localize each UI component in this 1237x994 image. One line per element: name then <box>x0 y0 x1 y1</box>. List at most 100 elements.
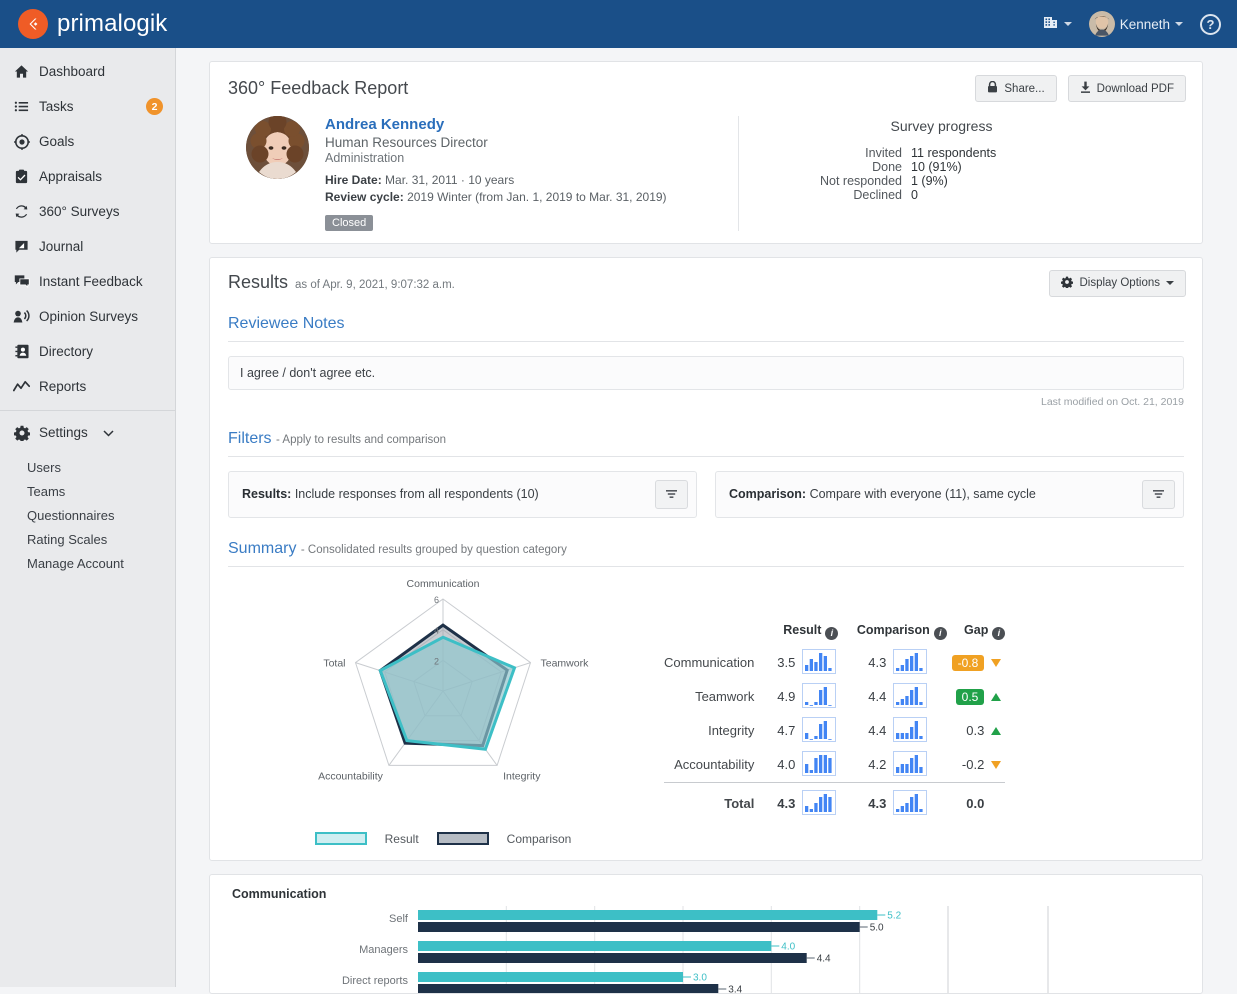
sidebar-item-instant-feedback[interactable]: Instant Feedback <box>0 264 175 299</box>
user-name-label: Kenneth <box>1120 17 1170 32</box>
filter-icon <box>665 488 678 500</box>
summary-section-header: Summary - Consolidated results grouped b… <box>228 540 1184 558</box>
reviewee-profile: Andrea Kennedy Human Resources Director … <box>228 116 728 231</box>
report-header-card: 360° Feedback Report Share... Download P… <box>209 61 1203 244</box>
th-gap: Gapi <box>947 623 1005 646</box>
bar-label-comparison: 5.0 <box>870 922 884 933</box>
th-result-label: Result <box>783 623 821 637</box>
info-icon[interactable]: i <box>992 627 1005 640</box>
sidebar-item-users[interactable]: Users <box>0 455 175 479</box>
sidebar-item-label: Dashboard <box>39 64 105 79</box>
sidebar-item-journal[interactable]: Journal <box>0 229 175 264</box>
total-result-sparkline <box>795 782 856 821</box>
row-comparison: 4.4 <box>856 714 886 748</box>
progress-row: Invited 11 respondents <box>739 146 1184 160</box>
display-options-button[interactable]: Display Options <box>1049 270 1186 297</box>
organization-switcher[interactable] <box>1042 14 1072 34</box>
reviewee-role: Human Resources Director <box>325 135 667 150</box>
summary-title[interactable]: Summary <box>228 540 296 557</box>
table-total-row: Total 4.3 4.3 0.0 <box>664 782 1005 821</box>
progress-value: 11 respondents <box>911 146 996 160</box>
comparison-filter-text: Comparison: Compare with everyone (11), … <box>729 487 1036 501</box>
gap-up-icon <box>991 693 1001 701</box>
sidebar-item-questionnaires[interactable]: Questionnaires <box>0 503 175 527</box>
lock-icon <box>987 81 998 96</box>
th-comparison: Comparisoni <box>856 623 947 646</box>
sidebar-item-appraisals[interactable]: Appraisals <box>0 159 175 194</box>
sparkline-histogram <box>893 683 927 708</box>
sidebar-item-teams[interactable]: Teams <box>0 479 175 503</box>
gap-up-icon <box>991 727 1001 735</box>
bar-comparison <box>418 953 807 963</box>
progress-row: Not responded 1 (9%) <box>739 174 1184 188</box>
user-menu[interactable]: Kenneth <box>1089 11 1183 37</box>
list-icon <box>13 99 30 114</box>
radar-legend: Result Comparison <box>228 832 658 846</box>
primalogik-logo-icon <box>18 9 48 39</box>
sidebar-item-settings[interactable]: Settings <box>0 415 175 450</box>
survey-progress-panel: Survey progress Invited 11 respondents D… <box>739 116 1184 231</box>
row-comparison-sparkline <box>886 646 947 680</box>
sparkline-histogram <box>802 790 836 815</box>
building-icon <box>1042 14 1059 34</box>
progress-value: 1 (9%) <box>911 174 948 188</box>
sidebar-item-goals[interactable]: Goals <box>0 124 175 159</box>
sidebar-divider <box>0 410 175 411</box>
row-gap: -0.8 <box>947 646 1005 680</box>
filters-section-header: Filters - Apply to results and compariso… <box>228 430 1184 448</box>
row-result-sparkline <box>795 748 856 783</box>
directory-icon <box>13 344 30 359</box>
reviewee-name[interactable]: Andrea Kennedy <box>325 116 667 133</box>
gap-badge: 0.5 <box>956 689 985 705</box>
sidebar-item-rating-scales[interactable]: Rating Scales <box>0 527 175 551</box>
results-header: Results as of Apr. 9, 2021, 9:07:32 a.m. <box>228 272 1184 293</box>
avatar <box>1089 11 1115 37</box>
reviewee-notes-title[interactable]: Reviewee Notes <box>228 315 345 332</box>
reviewee-meta: Hire Date: Mar. 31, 2011 · 10 years Revi… <box>325 172 667 207</box>
sidebar-item-opinion-surveys[interactable]: Opinion Surveys <box>0 299 175 334</box>
bar-result <box>418 941 771 951</box>
total-category: Total <box>664 782 765 821</box>
reviewee-avatar <box>246 116 309 179</box>
reviewee-department: Administration <box>325 151 667 165</box>
help-icon[interactable]: ? <box>1200 14 1221 35</box>
progress-label: Not responded <box>739 174 911 188</box>
table-row: Teamwork 4.9 4.4 0.5 <box>664 680 1005 714</box>
bar-category-label: Self <box>389 913 409 925</box>
section-divider <box>228 456 1184 457</box>
comparison-filter-button[interactable] <box>1142 480 1175 509</box>
sidebar-item-directory[interactable]: Directory <box>0 334 175 369</box>
th-category <box>664 623 765 646</box>
reviewee-details: Andrea Kennedy Human Resources Director … <box>325 116 667 231</box>
row-category: Integrity <box>664 714 765 748</box>
chevron-down-icon <box>1064 22 1072 26</box>
sidebar-item-tasks[interactable]: Tasks 2 <box>0 89 175 124</box>
filters-desc: - Apply to results and comparison <box>276 434 446 446</box>
reviewee-notes-section-header: Reviewee Notes <box>228 315 1184 333</box>
chat-icon <box>13 274 30 289</box>
report-header-body: Andrea Kennedy Human Resources Director … <box>228 116 1184 231</box>
sidebar-item-manage-account[interactable]: Manage Account <box>0 551 175 575</box>
sidebar-item-label: Settings <box>39 425 88 440</box>
sidebar-item-reports[interactable]: Reports <box>0 369 175 404</box>
share-button[interactable]: Share... <box>975 75 1056 102</box>
row-result: 4.9 <box>765 680 795 714</box>
top-bar-actions: Kenneth ? <box>1042 11 1237 37</box>
filters-row: Results: Include responses from all resp… <box>228 471 1184 518</box>
results-filter: Results: Include responses from all resp… <box>228 471 697 518</box>
info-icon[interactable]: i <box>825 627 838 640</box>
brand-logo[interactable]: primalogik <box>0 9 167 39</box>
reviewee-notes-value[interactable]: I agree / don't agree etc. <box>228 356 1184 390</box>
sparkline-histogram <box>893 717 927 742</box>
filters-title[interactable]: Filters <box>228 430 272 447</box>
gear-icon <box>1061 276 1073 291</box>
download-pdf-button[interactable]: Download PDF <box>1068 75 1186 102</box>
info-icon[interactable]: i <box>934 627 947 640</box>
row-category: Teamwork <box>664 680 765 714</box>
results-filter-button[interactable] <box>655 480 688 509</box>
sidebar-item-360-surveys[interactable]: 360° Surveys <box>0 194 175 229</box>
sidebar-item-dashboard[interactable]: Dashboard <box>0 54 175 89</box>
bar-result <box>418 972 683 982</box>
results-filter-label: Results: <box>242 487 291 501</box>
gap-down-icon <box>991 659 1001 667</box>
